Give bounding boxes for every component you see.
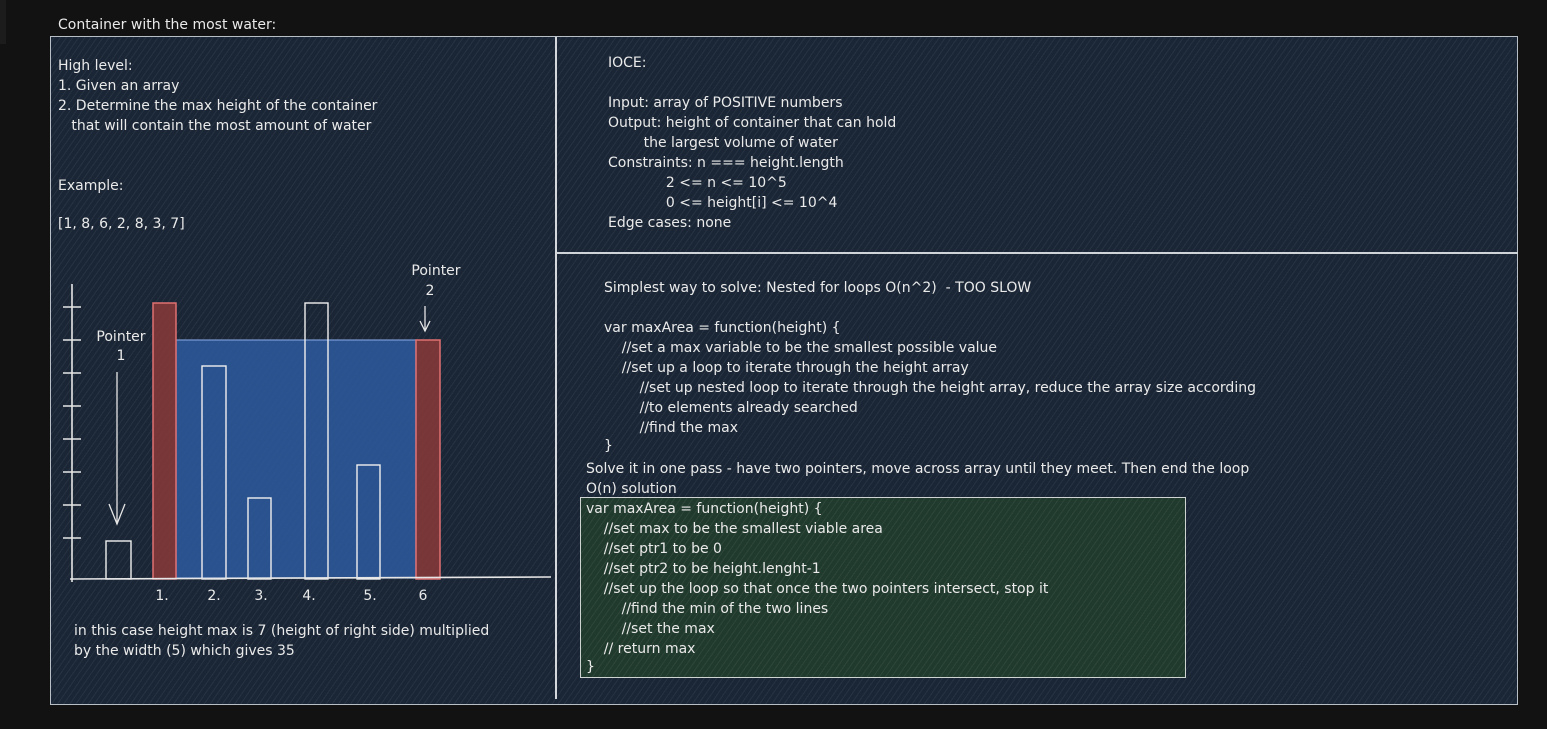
optimal-code-line-4: //set ptr2 to be height.lenght-1: [586, 561, 821, 577]
conclusion-line-2: by the width (5) which gives 35: [74, 643, 295, 659]
nested-code-line-7: }: [604, 438, 613, 454]
x-label-3: 3.: [254, 588, 267, 604]
on-solution-label: O(n) solution: [586, 481, 677, 497]
nested-code-line-4: //set up nested loop to iterate through …: [604, 380, 1256, 396]
pointer-bar-2: [415, 339, 441, 580]
ioce-output-1: Output: height of container that can hol…: [608, 115, 897, 131]
ioce-heading: IOCE:: [608, 55, 647, 71]
optimal-code-line-1: var maxArea = function(height) {: [586, 501, 823, 517]
ioce-output-2: the largest volume of water: [608, 135, 838, 151]
ioce-constraints-1: Constraints: n === height.length: [608, 155, 844, 171]
nested-code-line-1: var maxArea = function(height) {: [604, 320, 841, 336]
nested-code-line-2: //set a max variable to be the smallest …: [604, 340, 998, 356]
pointer-2-label-word: Pointer: [411, 263, 460, 279]
ioce-constraints-2: 2 <= n <= 10^5: [608, 175, 787, 191]
optimal-code-line-7: //set the max: [586, 621, 715, 637]
x-label-6: 6: [419, 588, 428, 604]
conclusion-line-1: in this case height max is 7 (height of …: [74, 623, 490, 639]
ioce-edge-cases: Edge cases: none: [608, 215, 732, 231]
ioce-constraints-3: 0 <= height[i] <= 10^4: [608, 195, 838, 211]
nested-code-line-3: //set up a loop to iterate through the h…: [604, 360, 969, 376]
bar-0: [105, 540, 132, 580]
ioce-input: Input: array of POSITIVE numbers: [608, 95, 843, 111]
optimal-code-line-6: //find the min of the two lines: [586, 601, 829, 617]
pointer-2-label-num: 2: [426, 283, 435, 299]
x-label-1: 1.: [155, 588, 168, 604]
pointer-1-label-num: 1: [117, 348, 126, 364]
x-label-2: 2.: [207, 588, 220, 604]
x-label-4: 4.: [302, 588, 315, 604]
x-label-5: 5.: [363, 588, 376, 604]
optimal-code-line-3: //set ptr1 to be 0: [586, 541, 722, 557]
pointer-bar-1: [152, 302, 177, 580]
x-axis: [69, 576, 552, 580]
optimal-code-line-9: }: [586, 659, 595, 675]
pointer-1-label-word: Pointer: [96, 329, 145, 345]
simplest-solution: Simplest way to solve: Nested for loops …: [604, 280, 1032, 296]
nested-code-line-6: //find the max: [604, 420, 738, 436]
one-pass-description: Solve it in one pass - have two pointers…: [586, 461, 1250, 477]
optimal-code-line-5: //set up the loop so that once the two p…: [586, 581, 1049, 597]
optimal-code-line-8: // return max: [586, 641, 696, 657]
nested-code-line-5: //to elements already searched: [604, 400, 858, 416]
optimal-code-line-2: //set max to be the smallest viable area: [586, 521, 883, 537]
